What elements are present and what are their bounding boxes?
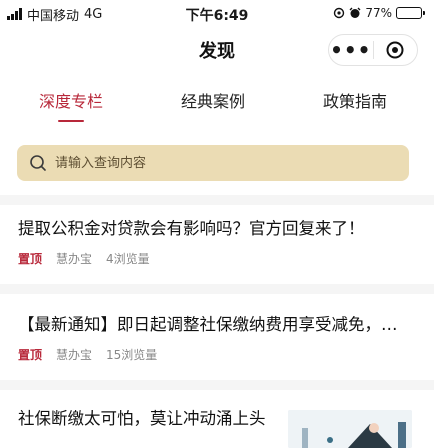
section-divider bbox=[0, 380, 434, 390]
article-title: 社保断缴太可怕，莫让冲动涌上头 bbox=[18, 409, 266, 428]
article-source: 慧办宝 bbox=[56, 348, 93, 362]
thumbnail-image bbox=[288, 410, 412, 448]
article-views: 4浏览量 bbox=[106, 252, 150, 266]
article-meta: 置顶 慧办宝 4浏览量 bbox=[18, 250, 418, 267]
alarm-icon bbox=[349, 7, 361, 18]
article-source: 慧办宝 bbox=[56, 252, 93, 266]
article-meta: 置顶 慧办宝 15浏览量 bbox=[18, 346, 418, 363]
article-thumbnail[interactable] bbox=[288, 410, 412, 448]
article-item[interactable]: 提取公积金对贷款会有影响吗？官方回复来了！ 置顶 慧办宝 4浏览量 bbox=[18, 218, 418, 267]
search-bar[interactable] bbox=[17, 145, 409, 181]
tab-classic-cases[interactable]: 经典案例 bbox=[153, 88, 273, 112]
category-tabs: 深度专栏 经典案例 政策指南 bbox=[0, 88, 434, 122]
section-divider bbox=[0, 195, 434, 205]
tab-deep-column[interactable]: 深度专栏 bbox=[11, 88, 131, 122]
location-icon bbox=[334, 7, 345, 19]
pinned-badge: 置顶 bbox=[18, 348, 43, 362]
search-input[interactable] bbox=[55, 145, 409, 181]
search-icon bbox=[30, 155, 46, 171]
article-views: 15浏览量 bbox=[106, 348, 158, 362]
article-title: 【最新通知】即日起调整社保缴纳费用享受减免，… bbox=[18, 315, 398, 334]
battery-percent: 77% bbox=[365, 6, 392, 20]
mini-program-capsule: ••• bbox=[328, 34, 418, 66]
active-tab-indicator bbox=[58, 120, 84, 122]
tab-label: 经典案例 bbox=[180, 92, 245, 111]
nav-bar: 发现 ••• bbox=[0, 28, 434, 70]
status-right: 77% bbox=[333, 6, 425, 20]
tab-label: 政策指南 bbox=[322, 92, 387, 111]
battery-icon bbox=[396, 7, 425, 19]
status-bar: 中国移动 4G 下午6:49 77% bbox=[0, 0, 434, 28]
section-divider bbox=[0, 284, 434, 294]
tab-policy-guide[interactable]: 政策指南 bbox=[295, 88, 415, 112]
article-item[interactable]: 【最新通知】即日起调整社保缴纳费用享受减免，… 置顶 慧办宝 15浏览量 bbox=[18, 314, 418, 363]
more-dots-icon[interactable]: ••• bbox=[329, 36, 373, 64]
tab-label: 深度专栏 bbox=[38, 92, 103, 111]
target-close-icon[interactable] bbox=[374, 40, 418, 60]
article-title: 提取公积金对贷款会有影响吗？官方回复来了！ bbox=[18, 219, 365, 238]
article-item[interactable]: 社保断缴太可怕，莫让冲动涌上头 bbox=[18, 408, 278, 430]
pinned-badge: 置顶 bbox=[18, 252, 43, 266]
